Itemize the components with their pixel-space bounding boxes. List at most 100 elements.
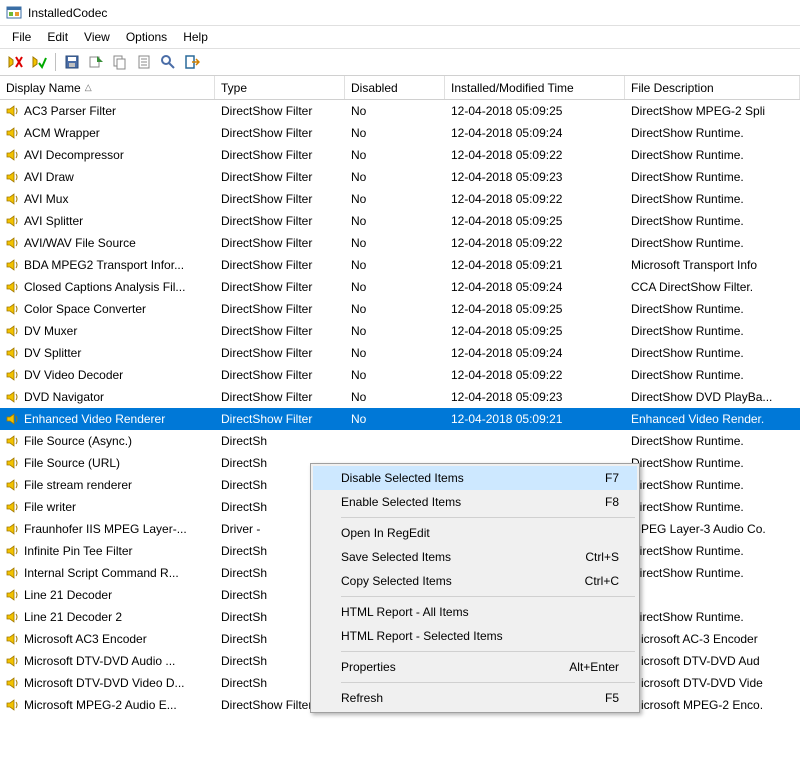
- speaker-icon: [6, 654, 20, 668]
- table-row[interactable]: AVI DecompressorDirectShow FilterNo12-04…: [0, 144, 800, 166]
- menu-file[interactable]: File: [4, 28, 39, 46]
- speaker-icon: [6, 346, 20, 360]
- cell-desc: DirectShow Runtime.: [625, 192, 800, 206]
- context-menu-item[interactable]: RefreshF5: [313, 686, 637, 710]
- cell-disabled: No: [345, 104, 445, 118]
- cell-time: 12-04-2018 05:09:23: [445, 170, 625, 184]
- cell-type: DirectShow Filter: [215, 126, 345, 140]
- menubar: File Edit View Options Help: [0, 26, 800, 48]
- sort-asc-icon: △: [85, 82, 92, 93]
- col-disabled[interactable]: Disabled: [345, 76, 445, 99]
- speaker-icon: [6, 192, 20, 206]
- table-row[interactable]: Closed Captions Analysis Fil...DirectSho…: [0, 276, 800, 298]
- speaker-icon: [6, 104, 20, 118]
- cell-desc: DirectShow Runtime.: [625, 610, 800, 624]
- context-menu-item[interactable]: Disable Selected ItemsF7: [313, 466, 637, 490]
- context-menu-shortcut: Ctrl+S: [585, 550, 619, 564]
- table-row[interactable]: DV MuxerDirectShow FilterNo12-04-2018 05…: [0, 320, 800, 342]
- cell-display-name: Closed Captions Analysis Fil...: [0, 280, 215, 294]
- copy-icon[interactable]: [109, 51, 131, 73]
- cell-type: DirectShow Filter: [215, 368, 345, 382]
- table-row[interactable]: AVI SplitterDirectShow FilterNo12-04-201…: [0, 210, 800, 232]
- cell-desc: DirectShow Runtime.: [625, 170, 800, 184]
- cell-display-name: Line 21 Decoder 2: [0, 610, 215, 624]
- cell-desc: Enhanced Video Render.: [625, 412, 800, 426]
- context-menu-item[interactable]: HTML Report - All Items: [313, 600, 637, 624]
- context-menu-label: HTML Report - Selected Items: [341, 629, 503, 643]
- disable-item-icon[interactable]: [4, 51, 26, 73]
- speaker-icon: [6, 478, 20, 492]
- cell-desc: MPEG Layer-3 Audio Co.: [625, 522, 800, 536]
- speaker-icon: [6, 170, 20, 184]
- table-row[interactable]: ACM WrapperDirectShow FilterNo12-04-2018…: [0, 122, 800, 144]
- cell-time: 12-04-2018 05:09:25: [445, 324, 625, 338]
- context-menu-shortcut: Ctrl+C: [585, 574, 619, 588]
- cell-desc: DirectShow Runtime.: [625, 214, 800, 228]
- enable-item-icon[interactable]: [28, 51, 50, 73]
- cell-time: 12-04-2018 05:09:24: [445, 126, 625, 140]
- cell-type: DirectShow Filter: [215, 214, 345, 228]
- context-menu-item[interactable]: Copy Selected Items Ctrl+C: [313, 569, 637, 593]
- table-row[interactable]: DVD NavigatorDirectShow FilterNo12-04-20…: [0, 386, 800, 408]
- context-menu-item[interactable]: Enable Selected ItemsF8: [313, 490, 637, 514]
- speaker-icon: [6, 236, 20, 250]
- table-row[interactable]: Enhanced Video RendererDirectShow Filter…: [0, 408, 800, 430]
- col-display-name[interactable]: Display Name△: [0, 76, 215, 99]
- context-menu-item[interactable]: Save Selected ItemsCtrl+S: [313, 545, 637, 569]
- speaker-icon: [6, 390, 20, 404]
- find-icon[interactable]: [157, 51, 179, 73]
- cell-display-name: DV Muxer: [0, 324, 215, 338]
- save-icon[interactable]: [61, 51, 83, 73]
- table-row[interactable]: File Source (Async.)DirectShDirectShow R…: [0, 430, 800, 452]
- col-type[interactable]: Type: [215, 76, 345, 99]
- context-menu-shortcut: Alt+Enter: [569, 660, 619, 674]
- goto-icon[interactable]: [85, 51, 107, 73]
- app-icon: [6, 5, 22, 21]
- table-row[interactable]: BDA MPEG2 Transport Infor...DirectShow F…: [0, 254, 800, 276]
- context-menu-label: Open In RegEdit: [341, 526, 430, 540]
- cell-time: 12-04-2018 05:09:22: [445, 236, 625, 250]
- context-menu-item[interactable]: PropertiesAlt+Enter: [313, 655, 637, 679]
- table-row[interactable]: AVI/WAV File SourceDirectShow FilterNo12…: [0, 232, 800, 254]
- speaker-icon: [6, 368, 20, 382]
- table-row[interactable]: AVI MuxDirectShow FilterNo12-04-2018 05:…: [0, 188, 800, 210]
- context-menu-shortcut: F8: [605, 495, 619, 509]
- speaker-icon: [6, 456, 20, 470]
- cell-disabled: No: [345, 412, 445, 426]
- cell-type: DirectShow Filter: [215, 170, 345, 184]
- properties-icon[interactable]: [133, 51, 155, 73]
- table-row[interactable]: AVI DrawDirectShow FilterNo12-04-2018 05…: [0, 166, 800, 188]
- context-menu-item[interactable]: Open In RegEdit: [313, 521, 637, 545]
- cell-desc: DirectShow Runtime.: [625, 302, 800, 316]
- table-row[interactable]: DV SplitterDirectShow FilterNo12-04-2018…: [0, 342, 800, 364]
- cell-type: DirectShow Filter: [215, 236, 345, 250]
- context-menu-item[interactable]: HTML Report - Selected Items: [313, 624, 637, 648]
- cell-time: 12-04-2018 05:09:25: [445, 104, 625, 118]
- cell-disabled: No: [345, 390, 445, 404]
- menu-edit[interactable]: Edit: [39, 28, 76, 46]
- col-file-description[interactable]: File Description: [625, 76, 800, 99]
- col-installed-time[interactable]: Installed/Modified Time: [445, 76, 625, 99]
- cell-disabled: No: [345, 258, 445, 272]
- menu-view[interactable]: View: [76, 28, 118, 46]
- cell-desc: Microsoft Transport Info: [625, 258, 800, 272]
- menu-help[interactable]: Help: [175, 28, 216, 46]
- cell-desc: DirectShow Runtime.: [625, 236, 800, 250]
- column-header: Display Name△ Type Disabled Installed/Mo…: [0, 76, 800, 100]
- cell-display-name: Line 21 Decoder: [0, 588, 215, 602]
- table-row[interactable]: AC3 Parser FilterDirectShow FilterNo12-0…: [0, 100, 800, 122]
- speaker-icon: [6, 324, 20, 338]
- cell-display-name: AC3 Parser Filter: [0, 104, 215, 118]
- cell-display-name: AVI Splitter: [0, 214, 215, 228]
- table-row[interactable]: DV Video DecoderDirectShow FilterNo12-04…: [0, 364, 800, 386]
- cell-disabled: No: [345, 302, 445, 316]
- cell-desc: Microsoft AC-3 Encoder: [625, 632, 800, 646]
- cell-display-name: Microsoft MPEG-2 Audio E...: [0, 698, 215, 712]
- cell-display-name: AVI Decompressor: [0, 148, 215, 162]
- window-title: InstalledCodec: [28, 6, 107, 20]
- context-menu-label: Copy Selected Items: [341, 574, 452, 588]
- exit-icon[interactable]: [181, 51, 203, 73]
- cell-disabled: No: [345, 324, 445, 338]
- menu-options[interactable]: Options: [118, 28, 175, 46]
- table-row[interactable]: Color Space ConverterDirectShow FilterNo…: [0, 298, 800, 320]
